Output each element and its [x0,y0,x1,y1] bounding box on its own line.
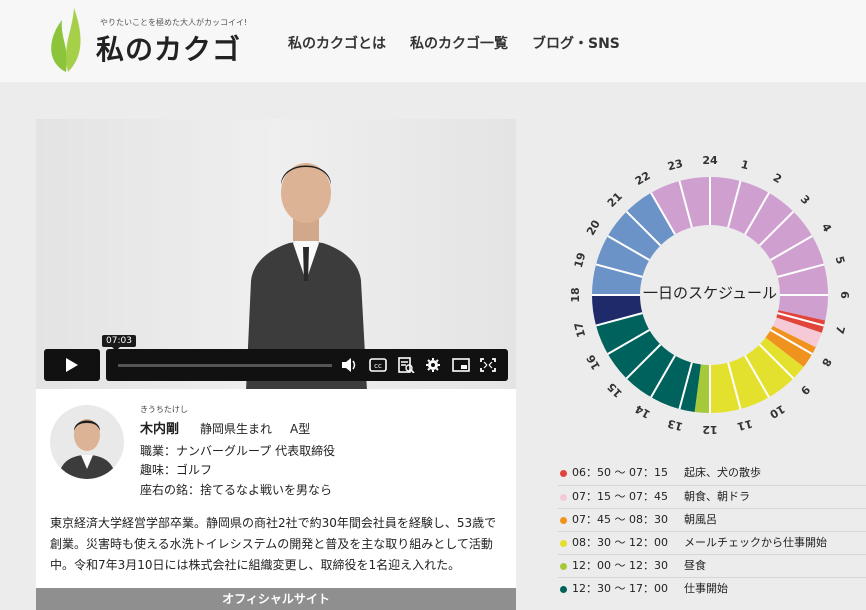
color-dot-icon [560,517,567,524]
play-button[interactable] [44,349,100,381]
name-reading: きうちたけし [140,405,188,414]
progress-bar[interactable] [118,364,332,367]
clock-hour-label: 17 [572,321,589,339]
clock-hour-label: 12 [702,423,717,436]
schedule-row: 08：30 〜 12：00 メールチェックから仕事開始 [558,531,866,554]
clock-hour-label: 24 [702,154,718,167]
schedule-activity: メールチェックから仕事開始 [684,536,827,549]
play-icon [66,358,78,372]
captions-icon[interactable]: cc [369,357,387,373]
clock-hour-label: 7 [833,324,848,335]
video-controls: cc [106,349,508,381]
schedule-activity: 朝食、朝ドラ [684,490,750,503]
clock-hour-label: 5 [833,255,848,266]
schedule-list: 06：50 〜 07：15 起床、犬の散歩 07：15 〜 07：45 朝食、朝ドラ 0… [558,462,866,600]
occupation: 職業：ナンバーグループ 代表取締役 [140,444,336,458]
color-dot-icon [560,563,567,570]
clock-hour-label: 15 [605,380,625,400]
nav-list[interactable]: 私のカクゴ一覧 [410,33,508,53]
volume-icon[interactable] [341,357,359,373]
schedule-time: 07：45 〜 08：30 [572,513,668,526]
hobby: 趣味：ゴルフ [140,463,213,477]
clock-hour-label: 21 [605,190,625,210]
clock-hour-label: 2 [771,171,784,186]
avatar [50,405,124,479]
color-dot-icon [560,540,567,547]
clock-hour-label: 14 [633,402,653,421]
clock-hour-label: 10 [767,402,787,421]
clock-hour-label: 1 [739,158,750,173]
schedule-time: 12：00 〜 12：30 [572,559,668,572]
schedule-time: 12：30 〜 17：00 [572,582,668,595]
birthplace: 静岡県生まれ [200,422,273,436]
clock-hour-label: 9 [798,383,813,398]
transcript-icon[interactable] [397,357,415,374]
color-dot-icon [560,470,567,477]
clock-hour-label: 13 [666,417,684,434]
schedule-activity: 起床、犬の散歩 [684,466,761,479]
schedule-time: 06：50 〜 07：15 [572,466,668,479]
clock-hour-label: 23 [666,157,684,174]
clock-title: 一日のスケジュール [643,284,777,302]
clock-hour-label: 18 [569,287,582,302]
time-tooltip: 07:03 [102,335,136,351]
main-nav: 私のカクゴとは 私のカクゴ一覧 ブログ・SNS [288,33,620,53]
schedule-row: 07：15 〜 07：45 朝食、朝ドラ [558,485,866,508]
schedule-activity: 朝風呂 [684,513,717,526]
blood-type: A型 [290,422,311,436]
site-header: やりたいことを極めた大人がカッコイイ! 私のカクゴ 私のカクゴとは 私のカクゴ一… [0,0,866,82]
clock-hour-label: 11 [736,417,754,434]
fullscreen-icon[interactable] [479,357,497,373]
video-player[interactable]: 07:03 cc [36,119,516,389]
clock-hour-label: 4 [819,221,834,234]
biography: 東京経済大学経営学部卒業。静岡県の商社2社で約30年間会社員を経験し、53歳で創… [50,516,497,572]
clock-hour-label: 3 [798,193,813,208]
logo-text[interactable]: 私のカクゴ [96,28,241,68]
nav-about[interactable]: 私のカクゴとは [288,33,386,53]
svg-text:cc: cc [374,362,382,370]
schedule-activity: 昼食 [684,559,706,572]
clock-hour-label: 19 [572,251,589,269]
clock-hour-label: 20 [584,218,603,238]
person-name: 木内剛 [140,422,180,437]
clock-hour-label: 22 [633,169,653,188]
profile-card: きうちたけし 木内剛 静岡県生まれ A型 職業：ナンバーグループ 代表取締役 趣… [36,389,516,590]
schedule-activity: 仕事開始 [684,582,728,595]
logo-tagline: やりたいことを極めた大人がカッコイイ! [100,18,248,27]
schedule-row: 12：00 〜 12：30 昼食 [558,554,866,577]
schedule-clock-chart: 24 1234567891011121314151617181920212223 … [569,154,851,436]
official-site-button[interactable]: オフィシャルサイト [36,588,516,610]
schedule-row: 06：50 〜 07：15 起床、犬の散歩 [558,462,866,485]
clock-hour-label: 8 [819,356,834,369]
leaf-logo-icon[interactable] [44,4,92,74]
settings-icon[interactable] [424,357,442,373]
color-dot-icon [560,586,567,593]
clock-hour-label: 6 [838,291,851,299]
nav-blog-sns[interactable]: ブログ・SNS [532,33,620,53]
color-dot-icon [560,494,567,501]
schedule-time: 08：30 〜 12：00 [572,536,668,549]
pip-icon[interactable] [452,357,470,373]
motto: 座右の銘：捨てるなよ戦いを男なら [140,483,333,497]
schedule-time: 07：15 〜 07：45 [572,490,668,503]
clock-hour-label: 16 [584,352,603,372]
schedule-row: 07：45 〜 08：30 朝風呂 [558,508,866,531]
schedule-row: 12：30 〜 17：00 仕事開始 [558,577,866,600]
